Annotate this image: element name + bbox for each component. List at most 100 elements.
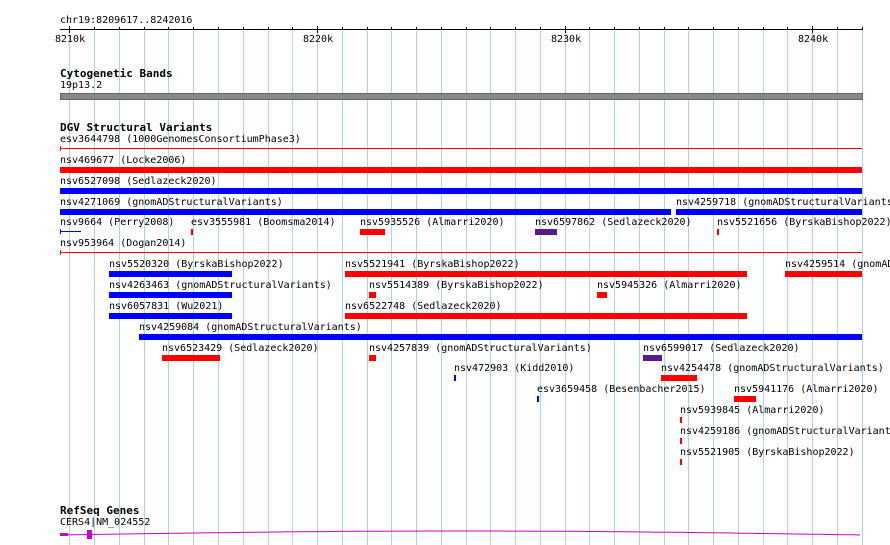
sv-feature-label[interactable]: nsv5945326 (Almarri2020) <box>597 280 742 292</box>
ruler-minor-tick <box>268 27 269 30</box>
ruler-minor-tick <box>243 27 244 30</box>
sv-feature-label[interactable]: esv3659458 (Besenbacher2015) <box>537 384 706 396</box>
sv-feature-glyph[interactable] <box>680 459 682 465</box>
ruler-tick-label: 8220k <box>303 34 334 45</box>
sv-feature-label[interactable]: nsv4271069 (gnomADStructuralVariants) <box>60 197 283 209</box>
ruler-major-tick <box>565 26 566 33</box>
sv-feature-label[interactable]: nsv6597862 (Sedlazeck2020) <box>535 217 692 229</box>
sv-feature-label[interactable]: nsv472903 (Kidd2010) <box>454 363 574 375</box>
sv-feature-glyph[interactable] <box>60 231 81 232</box>
coordinate-ruler[interactable]: 8210k 8220k 8230k 8240k <box>0 0 890 50</box>
ruler-tick-label: 8210k <box>55 34 86 45</box>
sv-feature-glyph[interactable] <box>717 229 719 235</box>
sv-feature-label[interactable]: nsv5941176 (Almarri2020) <box>734 384 879 396</box>
sv-feature-label[interactable]: esv3555981 (Boomsma2014) <box>191 217 336 229</box>
sv-feature-label[interactable]: nsv5935526 (Almarri2020) <box>360 217 505 229</box>
sv-feature-label[interactable]: nsv6599017 (Sedlazeck2020) <box>643 343 800 355</box>
ruler-minor-tick <box>738 27 739 30</box>
sv-feature-label[interactable]: nsv4257839 (gnomADStructuralVariants) <box>369 343 592 355</box>
sv-feature-glyph[interactable] <box>537 396 539 402</box>
ruler-tick-label: 8240k <box>798 34 829 45</box>
sv-feature-label[interactable]: nsv4254478 (gnomADStructuralVariants) <box>661 363 884 375</box>
sv-feature-glyph[interactable] <box>60 148 862 149</box>
ruler-minor-tick <box>589 27 590 30</box>
dgv-track-title: DGV Structural Variants <box>60 121 213 134</box>
sv-feature-label[interactable]: nsv5521905 (ByrskaBishop2022) <box>680 447 855 459</box>
sv-feature-label[interactable]: nsv4259186 (gnomADStructuralVariants) <box>680 426 890 438</box>
sv-feature-glyph[interactable] <box>139 334 862 340</box>
ruler-minor-tick <box>391 27 392 30</box>
cytoband-name: 19p13.2 <box>60 80 103 91</box>
sv-feature-glyph[interactable] <box>109 271 232 277</box>
sv-feature-glyph[interactable] <box>680 417 682 423</box>
sv-feature-label[interactable]: nsv4263463 (gnomADStructuralVariants) <box>109 280 332 292</box>
sv-feature-label[interactable]: nsv4259514 (gnomADStructuralVariants) <box>785 259 890 271</box>
sv-feature-glyph[interactable] <box>60 188 862 194</box>
cytoband-track-title: Cytogenetic Bands <box>60 67 173 80</box>
sv-feature-label[interactable]: nsv6057831 (Wu2021) <box>109 301 223 313</box>
sv-feature-glyph[interactable] <box>360 229 385 235</box>
ruler-minor-tick <box>218 27 219 30</box>
ruler-minor-tick <box>168 27 169 30</box>
gene-exon-block[interactable] <box>87 530 92 539</box>
ruler-minor-tick <box>639 27 640 30</box>
ruler-tick-label: 8230k <box>551 34 582 45</box>
ruler-minor-tick <box>688 27 689 30</box>
sv-feature-label[interactable]: nsv6522748 (Sedlazeck2020) <box>345 301 502 313</box>
sv-feature-glyph[interactable] <box>162 355 220 361</box>
ruler-major-tick <box>317 26 318 33</box>
gene-model-cers4[interactable] <box>0 525 890 545</box>
ruler-minor-tick <box>367 27 368 30</box>
sv-feature-glyph[interactable] <box>676 209 862 215</box>
sv-feature-glyph[interactable] <box>369 355 376 361</box>
ruler-minor-tick <box>862 27 863 30</box>
genome-browser-view: chr19:8209617..8242016 8210k 8220k 8230k 82… <box>0 0 890 545</box>
sv-feature-glyph[interactable] <box>345 313 747 319</box>
ruler-minor-tick <box>614 27 615 30</box>
sv-feature-label[interactable]: nsv5520320 (ByrskaBishop2022) <box>109 259 284 271</box>
sv-feature-glyph[interactable] <box>109 292 232 298</box>
ruler-minor-tick <box>664 27 665 30</box>
ruler-major-tick <box>69 26 70 33</box>
sv-feature-glyph[interactable] <box>785 271 862 277</box>
sv-feature-glyph[interactable] <box>60 252 862 253</box>
sv-feature-glyph[interactable] <box>345 271 747 277</box>
sv-feature-glyph[interactable] <box>661 375 697 381</box>
sv-feature-label[interactable]: nsv4259718 (gnomADStructuralVariants) <box>676 197 890 209</box>
sv-feature-label[interactable]: nsv6523429 (Sedlazeck2020) <box>162 343 319 355</box>
ruler-minor-tick <box>515 27 516 30</box>
ruler-minor-tick <box>837 27 838 30</box>
sv-feature-glyph[interactable] <box>643 355 662 361</box>
sv-feature-glyph[interactable] <box>60 167 862 173</box>
ruler-minor-tick <box>342 27 343 30</box>
sv-feature-label[interactable]: nsv953964 (Dogan2014) <box>60 238 186 250</box>
sv-feature-glyph[interactable] <box>597 292 607 298</box>
sv-feature-glyph[interactable] <box>369 292 376 298</box>
ruler-minor-tick <box>466 27 467 30</box>
sv-feature-glyph[interactable] <box>454 375 456 381</box>
sv-feature-label[interactable]: nsv9664 (Perry2008) <box>60 217 174 229</box>
sv-feature-label[interactable]: nsv469677 (Locke2006) <box>60 155 186 167</box>
ruler-minor-tick <box>540 27 541 30</box>
sv-feature-label[interactable]: nsv5521941 (ByrskaBishop2022) <box>345 259 520 271</box>
ruler-minor-tick <box>119 27 120 30</box>
sv-feature-label[interactable]: esv3644798 (1000GenomesConsortiumPhase3) <box>60 134 301 146</box>
sv-feature-glyph[interactable] <box>535 229 557 235</box>
sv-feature-glyph[interactable] <box>191 229 193 235</box>
ruler-minor-tick <box>292 27 293 30</box>
ruler-minor-tick <box>787 27 788 30</box>
sv-feature-label[interactable]: nsv5939845 (Almarri2020) <box>680 405 825 417</box>
sv-feature-glyph[interactable] <box>60 209 671 215</box>
ruler-minor-tick <box>144 27 145 30</box>
cytoband-ideogram-bar[interactable] <box>60 93 863 100</box>
sv-feature-label[interactable]: nsv5514389 (ByrskaBishop2022) <box>369 280 544 292</box>
ruler-minor-tick <box>193 27 194 30</box>
sv-feature-glyph[interactable] <box>109 313 232 319</box>
sv-feature-label[interactable]: nsv6527098 (Sedlazeck2020) <box>60 176 217 188</box>
gene-intron-line <box>59 530 861 536</box>
sv-feature-glyph[interactable] <box>680 438 682 444</box>
sv-feature-glyph[interactable] <box>734 396 756 402</box>
sv-feature-label[interactable]: nsv4259084 (gnomADStructuralVariants) <box>139 322 362 334</box>
refseq-track-title: RefSeq Genes <box>60 504 140 517</box>
sv-feature-label[interactable]: nsv5521656 (ByrskaBishop2022) <box>717 217 890 229</box>
